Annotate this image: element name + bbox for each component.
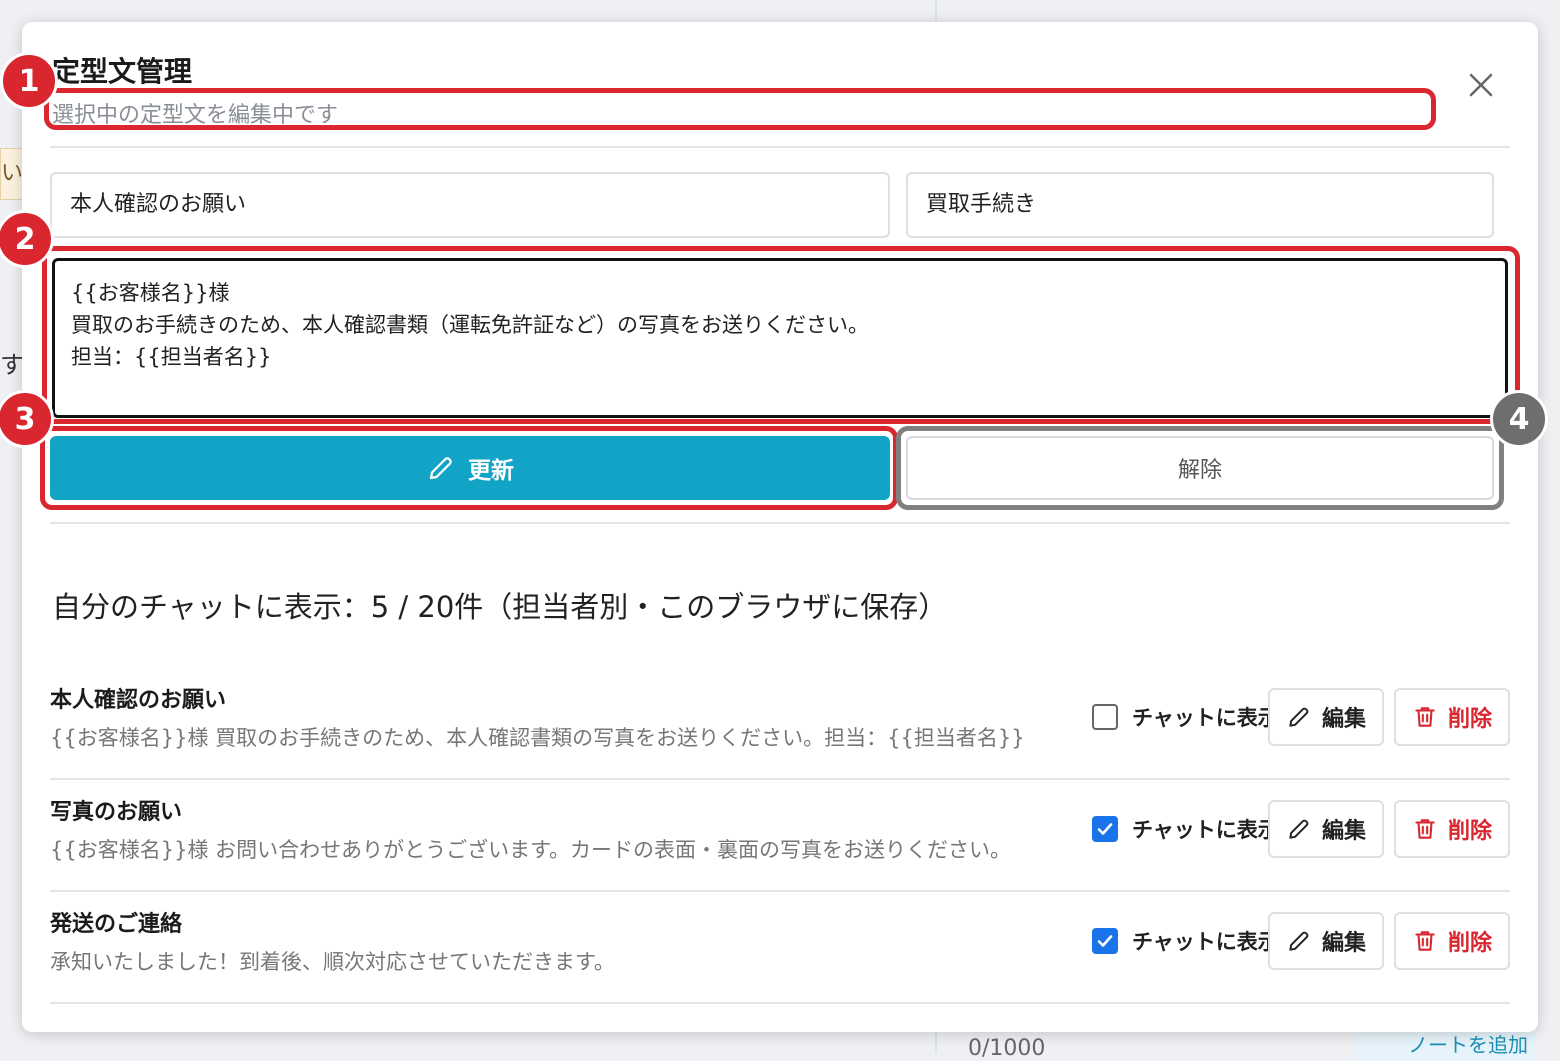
- template-preview: 承知いたしました！到着後、順次対応させていただきます。: [50, 950, 615, 974]
- annotation-marker-1: 1: [0, 52, 58, 110]
- template-title: 発送のご連絡: [50, 912, 183, 937]
- background-fragment: す: [0, 351, 24, 379]
- trash-icon: [1415, 819, 1435, 839]
- edit-button[interactable]: 編集: [1268, 800, 1384, 858]
- delete-button-label: 削除: [1447, 819, 1492, 844]
- checkmark-icon: [1097, 823, 1113, 835]
- pencil-icon: [1289, 707, 1309, 727]
- list-item: 本人確認のお願い {{お客様名}}様 買取のお手続きのため、本人確認書類の写真を…: [50, 670, 1510, 780]
- edit-button-label: 編集: [1321, 819, 1366, 844]
- template-title: 写真のお願い: [50, 800, 183, 825]
- show-in-chat-label: チャットに表示: [1132, 706, 1279, 730]
- edit-button-label: 編集: [1321, 707, 1366, 732]
- trash-icon: [1415, 707, 1435, 727]
- template-preview: {{お客様名}}様 お問い合わせありがとうございます。カードの表面・裏面の写真を…: [50, 838, 1012, 862]
- list-item: 発送のご連絡 承知いたしました！到着後、順次対応させていただきます。 チャットに…: [50, 894, 1510, 1004]
- annotation-box-4: [896, 426, 1504, 510]
- pencil-icon: [1289, 931, 1309, 951]
- show-in-chat-label: チャットに表示: [1132, 930, 1279, 954]
- edit-button[interactable]: 編集: [1268, 912, 1384, 970]
- delete-button-label: 削除: [1447, 931, 1492, 956]
- show-in-chat-checkbox[interactable]: [1092, 928, 1118, 954]
- template-preview: {{お客様名}}様 買取のお手続きのため、本人確認書類の写真をお送りください。担…: [50, 726, 1025, 750]
- template-title-input[interactable]: 本人確認のお願い: [50, 172, 890, 238]
- delete-button-label: 削除: [1447, 707, 1492, 732]
- row-divider: [50, 778, 1510, 780]
- delete-button[interactable]: 削除: [1394, 688, 1510, 746]
- annotation-box-1: [44, 88, 1436, 130]
- annotation-marker-4: 4: [1490, 390, 1548, 448]
- checkmark-icon: [1097, 935, 1113, 947]
- modal-title: 定型文管理: [52, 55, 193, 88]
- section-heading: 自分のチャットに表示：5 / 20件（担当者別・このブラウザに保存）: [52, 590, 948, 624]
- annotation-box-2: [42, 246, 1520, 424]
- show-in-chat-checkbox[interactable]: [1092, 816, 1118, 842]
- close-icon[interactable]: [1466, 70, 1496, 100]
- delete-button[interactable]: 削除: [1394, 912, 1510, 970]
- row-divider: [50, 890, 1510, 892]
- template-title: 本人確認のお願い: [50, 688, 227, 713]
- edit-button-label: 編集: [1321, 931, 1366, 956]
- list-item: 写真のお願い {{お客様名}}様 お問い合わせありがとうございます。カードの表面…: [50, 782, 1510, 892]
- show-in-chat-checkbox[interactable]: [1092, 704, 1118, 730]
- show-in-chat-label: チャットに表示: [1132, 818, 1279, 842]
- pencil-icon: [1289, 819, 1309, 839]
- edit-button[interactable]: 編集: [1268, 688, 1384, 746]
- trash-icon: [1415, 931, 1435, 951]
- form-divider: [50, 522, 1510, 524]
- char-counter: 0/1000: [968, 1036, 1046, 1061]
- delete-button[interactable]: 削除: [1394, 800, 1510, 858]
- template-category-input[interactable]: 買取手続き: [906, 172, 1494, 238]
- annotation-box-3: [40, 426, 898, 510]
- add-note-button[interactable]: ノートを追加: [1356, 1030, 1536, 1060]
- row-divider: [50, 1002, 1510, 1004]
- header-divider: [50, 146, 1510, 148]
